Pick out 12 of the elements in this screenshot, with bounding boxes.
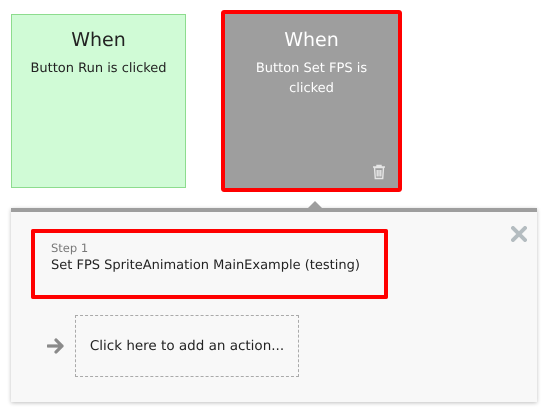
event-card[interactable]: When Button Run is clicked <box>11 14 186 188</box>
card-description: Button Run is clicked <box>29 60 168 78</box>
step-label: Step 1 <box>51 241 90 255</box>
arrow-icon <box>47 338 65 354</box>
card-title: When <box>71 29 126 51</box>
close-icon[interactable] <box>511 226 527 242</box>
step-card[interactable]: Step 1 Set FPS SpriteAnimation MainExample (testing) <box>31 229 388 299</box>
step-action: Set FPS SpriteAnimation MainExample (testing) <box>51 258 361 273</box>
trash-icon[interactable] <box>372 164 386 180</box>
add-action-button[interactable]: Click here to add an action... <box>75 315 299 377</box>
card-description: Button Set FPS is clicked <box>254 60 368 98</box>
card-title: When <box>284 29 339 51</box>
